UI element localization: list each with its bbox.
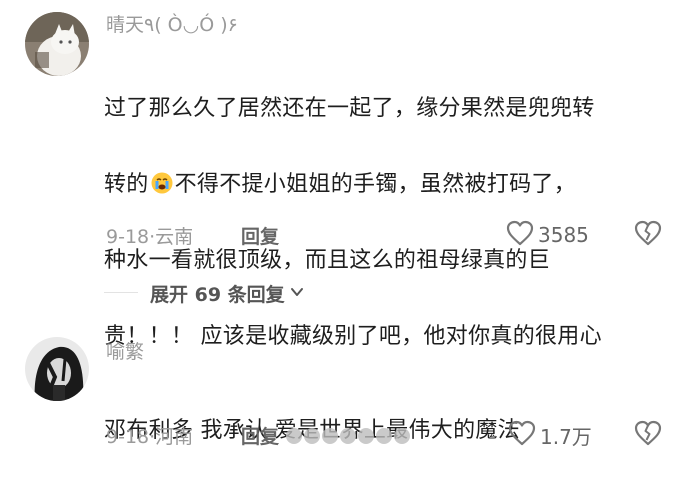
comment-line: 贵！！！ 应该是收藏级别了吧，他对你真的很用心 — [104, 324, 602, 349]
chevron-down-icon — [289, 284, 305, 304]
expand-replies-label: 展开 69 条回复 — [150, 284, 285, 306]
redaction-scribble — [286, 428, 410, 444]
comment-date: 9-18 — [106, 226, 150, 248]
like-count: 1.7万 — [540, 424, 592, 449]
heart-icon — [506, 220, 534, 250]
heart-icon — [508, 420, 536, 450]
expand-divider — [104, 292, 138, 293]
avatar[interactable] — [25, 12, 89, 76]
comment-date: 9-18 — [106, 426, 150, 448]
dislike-broken-heart-icon[interactable] — [634, 220, 662, 250]
like-count: 3585 — [538, 223, 589, 247]
dislike-broken-heart-icon[interactable] — [634, 420, 662, 450]
expand-replies-button[interactable]: 展开 69 条回复 — [150, 280, 305, 307]
comment-line: 转的 不得不提小姐姐的手镯，虽然被打码了， — [104, 166, 674, 204]
comment-location: 云南 — [155, 226, 194, 248]
comment-meta: 9-18·河南 — [106, 422, 193, 449]
comment-line: 过了那么久了居然还在一起了，缘分果然是兜兜转 — [104, 96, 595, 121]
reply-button[interactable]: 回复 — [241, 422, 279, 449]
comment-username[interactable]: 晴天٩( Ò◡Ó )۶ — [106, 10, 238, 37]
crying-face-icon — [151, 169, 173, 194]
comment-username[interactable]: 喻繁 — [106, 337, 144, 364]
like-button[interactable]: 1.7万 — [508, 420, 592, 450]
avatar[interactable] — [25, 337, 89, 401]
reply-button[interactable]: 回复 — [241, 222, 279, 249]
comment-meta: 9-18·云南 — [106, 222, 193, 249]
like-button[interactable]: 3585 — [506, 220, 589, 250]
comment-location: 河南 — [155, 426, 194, 448]
